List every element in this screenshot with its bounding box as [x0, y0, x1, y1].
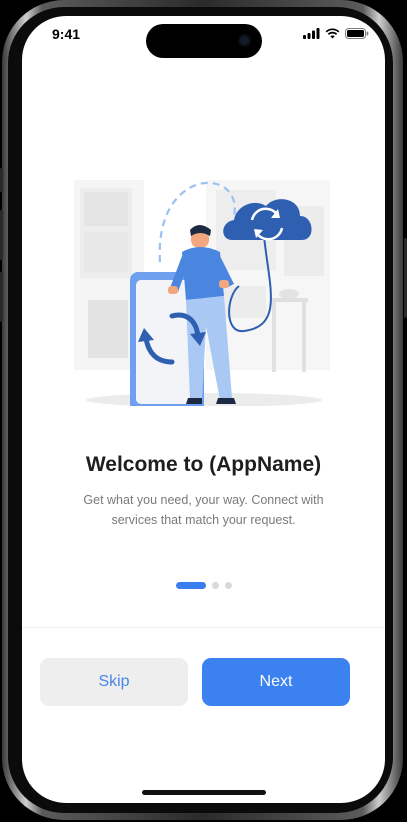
onboarding-subtitle: Get what you need, your way. Connect wit…: [83, 493, 324, 527]
skip-button[interactable]: Skip: [40, 658, 188, 706]
status-bar: 9:41: [22, 16, 385, 58]
mute-switch: [0, 168, 3, 192]
volume-up-button: [0, 210, 3, 260]
status-time: 9:41: [52, 26, 81, 42]
wifi-icon: [325, 28, 340, 39]
volume-down-button: [0, 272, 3, 322]
onboarding-illustration: [74, 180, 330, 406]
signal-icon: [303, 28, 320, 39]
battery-icon: [345, 28, 369, 39]
page-dot-2[interactable]: [212, 582, 219, 589]
home-indicator[interactable]: [142, 790, 266, 795]
next-button[interactable]: Next: [202, 658, 350, 706]
front-camera: [240, 36, 249, 45]
page-indicator[interactable]: [176, 582, 232, 589]
dynamic-island: [146, 24, 262, 58]
page-dot-3[interactable]: [225, 582, 232, 589]
page-dot-1[interactable]: [176, 582, 206, 589]
screen: 9:41 Welcome to (AppName) Get what you n…: [22, 16, 385, 803]
phone-frame: 9:41 Welcome to (AppName) Get what you n…: [0, 0, 407, 822]
footer-divider: [22, 627, 385, 628]
onboarding-title: Welcome to (AppName): [85, 453, 322, 476]
status-icons: [303, 28, 369, 39]
